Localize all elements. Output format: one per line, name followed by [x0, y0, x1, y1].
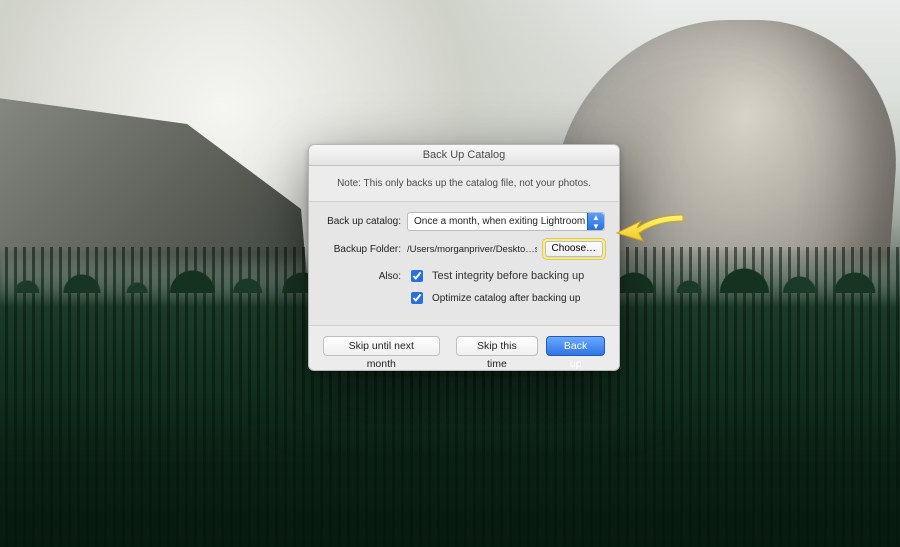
label-backup-catalog: Back up catalog:: [323, 216, 401, 227]
back-up-button[interactable]: Back up: [546, 336, 605, 356]
dialog-title: Back Up Catalog: [309, 145, 619, 166]
label-test-integrity: Test integrity before backing up: [432, 270, 584, 282]
backup-dialog: Back Up Catalog Note: This only backs up…: [308, 144, 620, 371]
backup-folder-path: /Users/morganpriver/Deskto…s/Template LR…: [407, 244, 537, 255]
row-optimize: Optimize catalog after backing up: [407, 289, 605, 307]
row-backup-folder: Backup Folder: /Users/morganpriver/Deskt…: [323, 239, 605, 259]
choose-folder-button[interactable]: Choose…: [545, 241, 603, 257]
choose-highlight: Choose…: [543, 239, 605, 259]
checkbox-test-integrity[interactable]: [411, 270, 423, 282]
row-backup-catalog: Back up catalog: Once a month, when exit…: [323, 212, 605, 231]
skip-this-time-button[interactable]: Skip this time: [456, 336, 539, 356]
label-optimize-catalog: Optimize catalog after backing up: [432, 293, 580, 304]
dialog-note: Note: This only backs up the catalog fil…: [309, 166, 619, 201]
select-arrows-icon: ▲▼: [587, 213, 604, 230]
label-backup-folder: Backup Folder:: [323, 244, 401, 255]
label-also: Also:: [323, 271, 401, 282]
row-also: Also: Test integrity before backing up: [323, 267, 605, 285]
dialog-footer: Skip until next month Skip this time Bac…: [309, 326, 619, 370]
skip-until-next-month-button[interactable]: Skip until next month: [323, 336, 440, 356]
dialog-content: Back up catalog: Once a month, when exit…: [309, 201, 619, 326]
select-backup-frequency-value: Once a month, when exiting Lightroom: [414, 216, 585, 227]
checkbox-optimize-catalog[interactable]: [411, 292, 423, 304]
select-backup-frequency[interactable]: Once a month, when exiting Lightroom ▲▼: [407, 212, 605, 231]
